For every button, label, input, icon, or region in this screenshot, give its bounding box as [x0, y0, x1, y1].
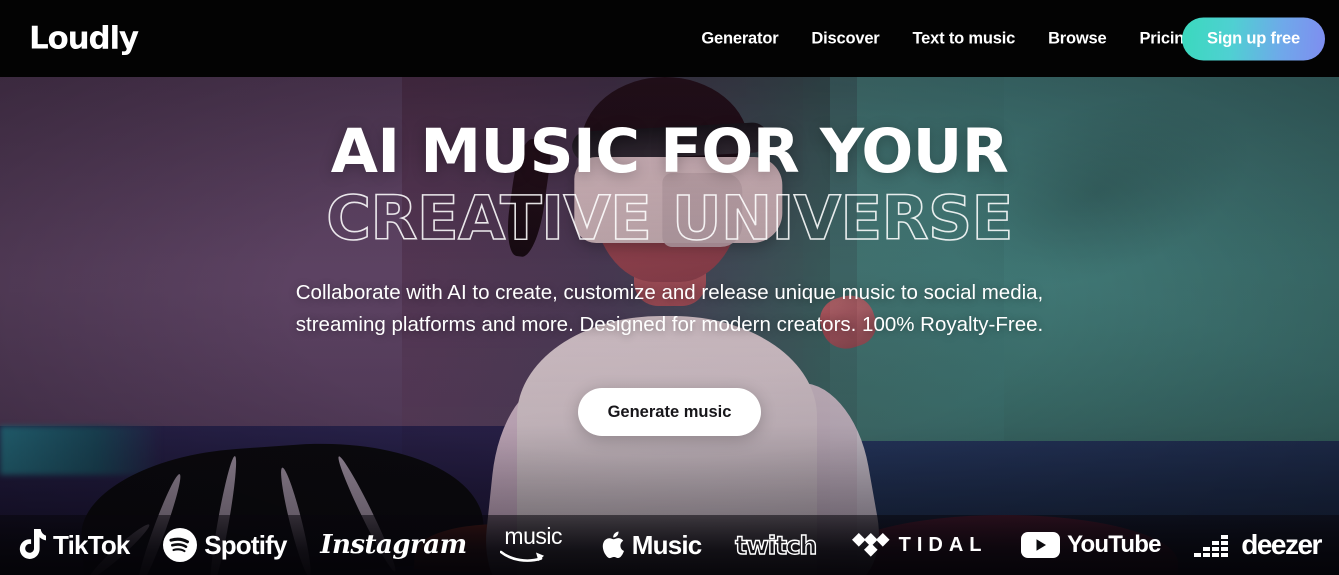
partner-amazon-music[interactable]: music	[500, 525, 566, 565]
hero-subtitle: Collaborate with AI to create, customize…	[295, 281, 1044, 337]
partner-apple-music[interactable]: Music	[600, 525, 702, 565]
loudly-landing-page: Loudly Generator Discover Text to music …	[0, 0, 1339, 575]
apple-music-wordmark: Music	[631, 529, 702, 560]
amazon-music-smile-icon: music	[500, 525, 566, 565]
partner-deezer[interactable]: deezer	[1194, 525, 1322, 565]
apple-logo-icon	[600, 530, 625, 560]
nav-item-discover[interactable]: Discover	[811, 29, 879, 48]
deezer-bars-icon	[1194, 532, 1234, 558]
nav-item-text-to-music[interactable]: Text to music	[913, 29, 1016, 48]
tidal-diamonds-icon	[850, 531, 892, 559]
generate-music-button[interactable]: Generate music	[577, 388, 762, 437]
twitch-wordmark-icon: twitch	[734, 530, 818, 560]
hero-headline-line-1: AI MUSIC FOR YOUR	[330, 116, 1009, 187]
loudly-logo[interactable]: Loudly	[29, 23, 139, 54]
sign-up-free-button[interactable]: Sign up free	[1182, 17, 1325, 60]
partner-instagram[interactable]: Instagram	[320, 525, 467, 565]
deezer-wordmark: deezer	[1241, 529, 1322, 560]
main-navigation: Generator Discover Text to music Browse …	[701, 29, 1194, 48]
amazon-music-wordmark: music	[504, 523, 562, 549]
tidal-wordmark: TIDAL	[898, 533, 988, 556]
partner-tidal[interactable]: TIDAL	[850, 525, 988, 565]
partner-logo-strip: TikTok Spotify Instagram music Music twi…	[0, 515, 1339, 575]
partner-youtube[interactable]: YouTube	[1021, 525, 1161, 565]
youtube-wordmark: YouTube	[1067, 531, 1161, 558]
nav-item-generator[interactable]: Generator	[701, 29, 778, 48]
youtube-play-icon	[1021, 531, 1061, 559]
spotify-wordmark: Spotify	[204, 529, 287, 560]
instagram-script-wordmark: Instagram	[320, 530, 467, 560]
site-header: Loudly Generator Discover Text to music …	[0, 0, 1339, 77]
hero-headline-line-2: CREATIVE UNIVERSE	[325, 183, 1014, 255]
partner-twitch[interactable]: twitch	[734, 525, 818, 565]
partner-spotify[interactable]: Spotify	[163, 525, 287, 565]
tiktok-wordmark: TikTok	[53, 529, 130, 560]
spotify-circle-icon	[163, 528, 198, 562]
partner-tiktok[interactable]: TikTok	[18, 525, 130, 565]
hero-content: AI MUSIC FOR YOUR CREATIVE UNIVERSE Coll…	[0, 77, 1339, 497]
tiktok-note-icon	[18, 529, 46, 561]
nav-item-browse[interactable]: Browse	[1048, 29, 1107, 48]
